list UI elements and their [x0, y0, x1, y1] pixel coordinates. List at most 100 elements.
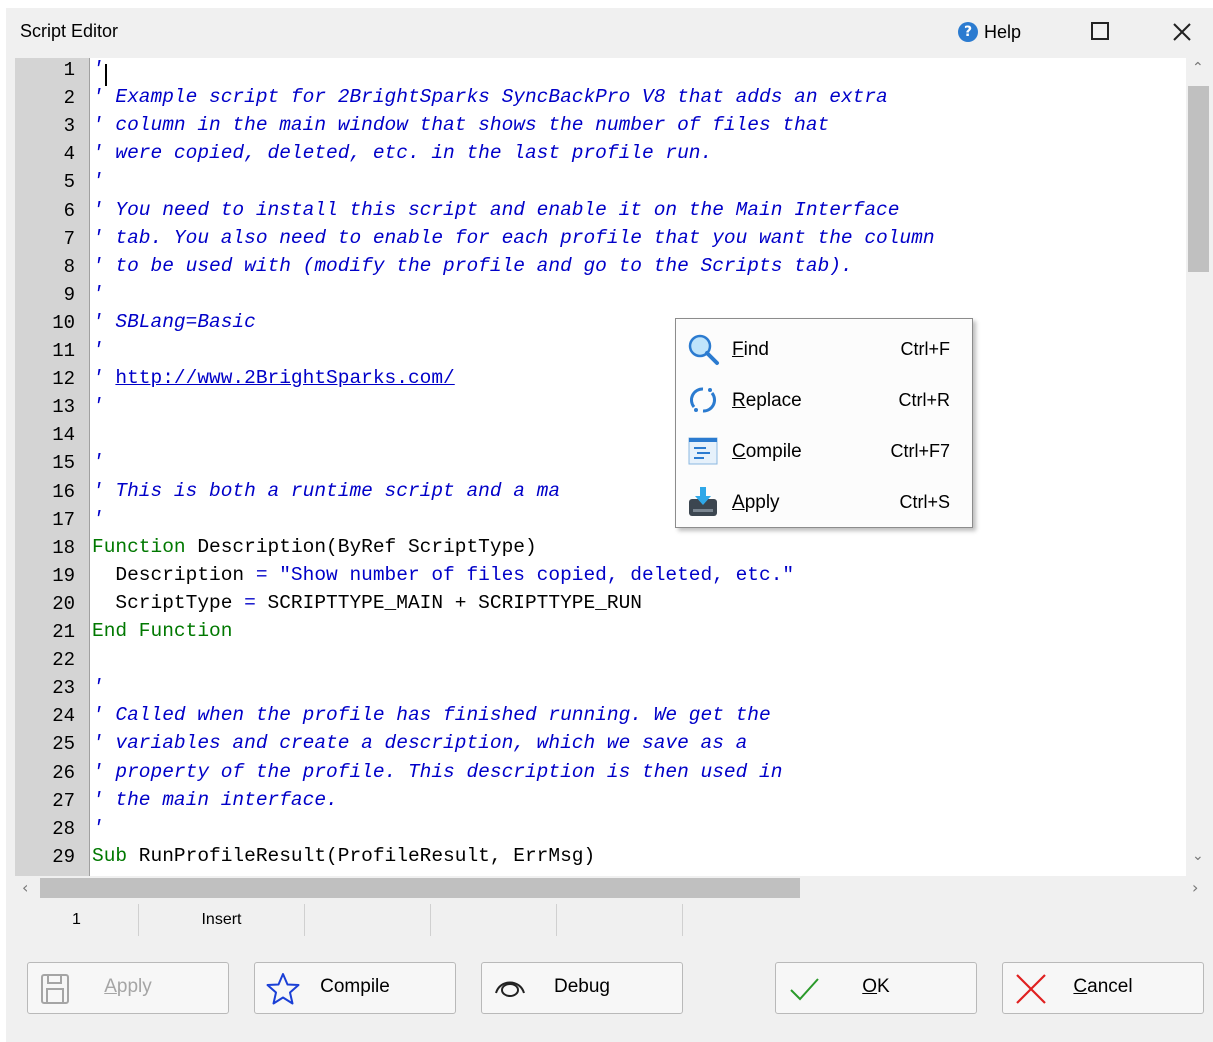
maximize-icon[interactable]	[1091, 22, 1109, 40]
code-line: '	[92, 58, 104, 80]
code-token: '	[92, 395, 104, 418]
scroll-up-icon[interactable]: ⌃	[1192, 60, 1204, 76]
line-number: 3	[63, 115, 75, 138]
code-line: ' property of the profile. This descript…	[92, 761, 782, 783]
code-line: End Function	[92, 620, 232, 642]
ok-button-mnemonic: O	[862, 976, 878, 997]
code-token: ' This is both a runtime script and a ma	[92, 479, 561, 502]
code-token: ' You need to install this script and en…	[92, 198, 900, 221]
compile-button[interactable]: Compile	[254, 962, 456, 1014]
line-number: 12	[52, 368, 75, 391]
apply-icon	[689, 487, 717, 516]
status-line-number: 1	[15, 904, 139, 936]
debug-button-label: Debug	[554, 976, 610, 997]
cancel-button[interactable]: Cancel	[1002, 962, 1204, 1014]
code-token: ' the main interface.	[92, 788, 338, 811]
line-number: 25	[52, 733, 75, 756]
title-bar: Script Editor ? Help	[6, 8, 1213, 56]
line-number: 15	[52, 452, 75, 475]
code-line: '	[92, 283, 104, 305]
menu-item-replace[interactable]: Replace Ctrl+R	[676, 374, 972, 424]
scroll-down-icon[interactable]: ⌄	[1192, 848, 1204, 864]
apply-button-mnemonic: A	[104, 976, 117, 997]
help-icon: ?	[958, 22, 978, 42]
code-token: ScriptType	[92, 591, 245, 614]
line-number: 26	[52, 761, 75, 784]
ok-button[interactable]: OK	[775, 962, 977, 1014]
code-line: ' This is both a runtime script and a ma	[92, 480, 560, 502]
code-line: ' You need to install this script and en…	[92, 199, 899, 221]
line-number: 28	[52, 817, 75, 840]
code-token: ErrMsg)	[513, 844, 596, 867]
code-token: '	[92, 816, 104, 839]
code-token: ' were copied, deleted, etc. in the last…	[92, 142, 713, 165]
code-token: "Show number of files copied, deleted, e…	[279, 563, 795, 586]
replace-shortcut: Ctrl+R	[898, 390, 950, 410]
line-number: 17	[52, 508, 75, 531]
compile-icon	[688, 437, 718, 465]
code-token: ' SBLang=Basic	[92, 310, 256, 333]
line-number: 22	[52, 649, 75, 672]
code-line: '	[92, 817, 104, 839]
line-number: 7	[63, 227, 75, 250]
scroll-right-icon[interactable]: ›	[1192, 878, 1198, 897]
line-number: 13	[52, 396, 75, 419]
line-number: 21	[52, 621, 75, 643]
menu-item-compile[interactable]: Compile Ctrl+F7	[676, 425, 972, 475]
code-token: ' to be used with (modify the profile an…	[92, 254, 853, 277]
code-line: ' to be used with (modify the profile an…	[92, 255, 853, 277]
apply-button[interactable]: Apply	[27, 962, 229, 1014]
code-line: ' Example script for 2BrightSparks SyncB…	[92, 86, 888, 108]
line-number: 20	[52, 592, 75, 615]
code-token: ' Called when the profile has finished r…	[92, 704, 771, 727]
code-token: SCRIPTTYPE_MAIN + SCRIPTTYPE_RUN	[255, 591, 642, 614]
line-number: 24	[52, 705, 75, 728]
code-line: ' Called when the profile has finished r…	[92, 704, 771, 726]
replace-mnemonic: R	[732, 390, 746, 411]
find-shortcut: Ctrl+F	[900, 339, 951, 359]
code-token: Function	[92, 535, 186, 558]
line-number: 18	[52, 536, 75, 559]
code-token: '	[92, 339, 104, 361]
code-line: ' were copied, deleted, etc. in the last…	[92, 142, 712, 164]
status-cell-empty-1	[305, 904, 431, 936]
code-token: '	[92, 367, 116, 390]
menu-item-find[interactable]: Find Ctrl+F	[676, 323, 972, 373]
code-link[interactable]: http://www.2BrightSparks.com/	[115, 367, 454, 389]
scroll-left-icon[interactable]: ‹	[22, 878, 28, 897]
code-token: ' Example script for 2BrightSparks SyncB…	[92, 86, 888, 109]
status-cell-empty-3	[557, 904, 683, 936]
menu-item-apply[interactable]: Apply Ctrl+S	[676, 476, 972, 526]
code-line: ' SBLang=Basic	[92, 311, 256, 333]
line-number: 11	[52, 340, 75, 362]
compile-label: ompile	[745, 441, 802, 462]
debug-button[interactable]: Debug	[481, 962, 683, 1014]
code-token: =	[244, 591, 256, 614]
find-mnemonic: F	[732, 339, 744, 360]
close-icon[interactable]	[1168, 18, 1196, 46]
code-line: '	[92, 508, 104, 530]
code-line: '	[92, 170, 104, 192]
code-editor[interactable]: 1 ' 2 ' Example script for 2BrightSparks Sy…	[15, 58, 1186, 876]
code-line: Sub RunProfileResult(ProfileResult, ErrM…	[92, 845, 595, 867]
line-number: 23	[52, 677, 75, 700]
ok-button-label: K	[877, 976, 890, 997]
window-title: Script Editor	[20, 21, 119, 41]
code-token: End Function	[92, 620, 233, 642]
code-line: ScriptType = SCRIPTTYPE_MAIN + SCRIPTTYP…	[92, 592, 642, 614]
code-line: '	[92, 451, 104, 473]
replace-icon	[689, 387, 717, 413]
code-token: '	[92, 451, 104, 474]
help-button[interactable]: ? Help	[958, 20, 1021, 44]
line-number: 9	[63, 283, 75, 306]
line-number: 5	[63, 171, 75, 194]
line-number: 14	[52, 424, 75, 447]
code-token: =	[255, 563, 268, 586]
code-token: ' tab. You also need to enable for each …	[92, 226, 935, 249]
horizontal-scroll-thumb[interactable]	[40, 878, 800, 898]
vertical-scroll-thumb[interactable]	[1188, 86, 1209, 272]
cancel-button-label: ancel	[1087, 976, 1133, 997]
code-token: '	[92, 507, 104, 530]
code-token: '	[92, 676, 104, 699]
